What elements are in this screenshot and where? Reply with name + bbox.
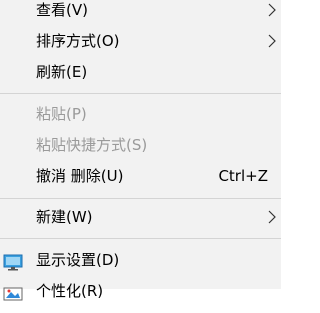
menu-item-undo-delete[interactable]: 撤消 删除(U) Ctrl+Z <box>0 161 281 191</box>
context-menu: 查看(V) 排序方式(O) 刷新(E) 粘贴(P) 粘贴快捷方式(S) 撤消 删… <box>0 0 281 301</box>
menu-item-label: 粘贴快捷方式(S) <box>36 136 148 154</box>
menu-item-label: 撤消 删除(U) <box>36 167 124 185</box>
chevron-right-icon <box>267 26 279 56</box>
menu-item-refresh[interactable]: 刷新(E) <box>0 57 281 87</box>
chevron-right-icon <box>267 0 279 25</box>
display-icon <box>3 252 23 271</box>
menu-item-label: 新建(W) <box>36 208 93 226</box>
menu-separator <box>0 93 281 94</box>
menu-item-personalize[interactable]: 个性化(R) <box>0 276 281 306</box>
menu-item-label: 个性化(R) <box>36 282 104 300</box>
menu-separator <box>0 198 281 199</box>
menu-item-view[interactable]: 查看(V) <box>0 0 281 25</box>
menu-item-label: 查看(V) <box>36 1 88 19</box>
menu-item-paste[interactable]: 粘贴(P) <box>0 99 281 129</box>
menu-item-label: 排序方式(O) <box>36 32 120 50</box>
menu-item-display-settings[interactable]: 显示设置(D) <box>0 245 281 275</box>
chevron-right-icon <box>267 202 279 232</box>
menu-item-sort-by[interactable]: 排序方式(O) <box>0 26 281 56</box>
menu-item-new[interactable]: 新建(W) <box>0 202 281 232</box>
menu-item-paste-shortcut[interactable]: 粘贴快捷方式(S) <box>0 130 281 160</box>
menu-separator <box>0 238 281 239</box>
menu-item-label: 显示设置(D) <box>36 251 120 269</box>
personalize-icon <box>3 283 23 301</box>
menu-item-label: 刷新(E) <box>36 63 88 81</box>
menu-item-label: 粘贴(P) <box>36 105 87 123</box>
menu-item-shortcut: Ctrl+Z <box>218 167 268 185</box>
